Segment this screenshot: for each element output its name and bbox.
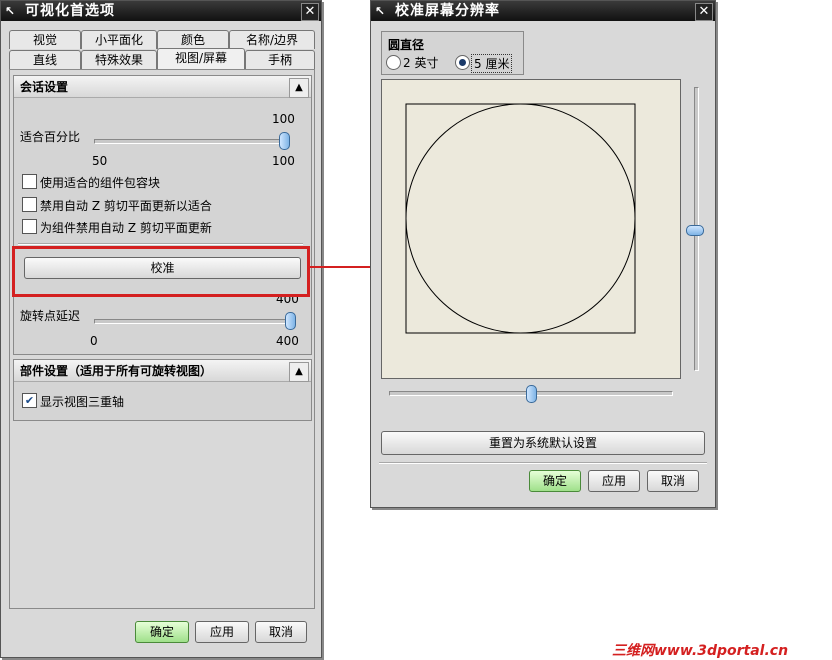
fit-percent-max: 100 xyxy=(272,154,295,168)
fit-percent-slider-track[interactable] xyxy=(94,139,286,144)
rotation-delay-label: 旋转点延迟 xyxy=(20,309,81,323)
calibration-square xyxy=(405,103,636,334)
disable-auto-z-clip-component-checkbox[interactable] xyxy=(22,219,37,234)
session-settings-title: 会话设置 xyxy=(20,80,69,94)
part-settings-title: 部件设置（适用于所有可旋转视图） xyxy=(20,364,213,378)
circle-diameter-label: 圆直径 xyxy=(388,38,425,52)
tab-content-panel: 会话设置 ▲ 100 适合百分比 50 100 使用适合的组件包容块 禁用自动 … xyxy=(9,69,315,609)
wrench-icon: ↖ xyxy=(5,4,16,18)
session-settings-section: 会话设置 ▲ 100 适合百分比 50 100 使用适合的组件包容块 禁用自动 … xyxy=(13,75,312,355)
calibrate-highlight-box xyxy=(12,246,310,297)
chevron-up-icon[interactable]: ▲ xyxy=(289,362,309,382)
part-settings-section: 部件设置（适用于所有可旋转视图） ▲ ✔ 显示视图三重轴 xyxy=(13,359,312,421)
show-view-triad-checkbox[interactable]: ✔ xyxy=(22,393,37,408)
title-bar[interactable]: ↖ 可视化首选项 ✕ xyxy=(1,1,321,21)
show-view-triad-label: 显示视图三重轴 xyxy=(40,395,125,409)
calibration-drawing xyxy=(405,103,636,334)
radio-2-inch[interactable] xyxy=(386,55,401,70)
radio-2-inch-label: 2 英寸 xyxy=(403,56,439,70)
ok-button[interactable]: 确定 xyxy=(529,470,581,492)
highlight-connector-line xyxy=(307,266,373,268)
rotation-delay-max: 400 xyxy=(276,334,299,348)
fit-percent-label: 适合百分比 xyxy=(20,130,81,144)
watermark: 三维网www.3dportal.cn xyxy=(612,643,789,659)
tab-view-screen[interactable]: 视图/屏幕 xyxy=(157,48,245,69)
radio-5-cm-label: 5 厘米 xyxy=(471,54,513,73)
horizontal-scale-slider-thumb[interactable] xyxy=(526,385,537,403)
section-header-session: 会话设置 xyxy=(14,76,311,98)
chevron-up-icon[interactable]: ▲ xyxy=(289,78,309,98)
tab-faceting[interactable]: 小平面化 xyxy=(81,30,157,49)
dialog-title: 校准屏幕分辨率 xyxy=(395,3,500,19)
tab-names-borders[interactable]: 名称/边界 xyxy=(229,30,315,49)
ok-button[interactable]: 确定 xyxy=(135,621,189,643)
calibrate-screen-resolution-dialog: ↖ 校准屏幕分辨率 ✕ 圆直径 2 英寸 5 厘米 重置为系统默认设置 确定 应… xyxy=(370,0,716,508)
use-fit-component-box-label: 使用适合的组件包容块 xyxy=(40,176,161,190)
disable-auto-z-clip-fit-checkbox[interactable] xyxy=(22,197,37,212)
disable-auto-z-clip-fit-label: 禁用自动 Z 剪切平面更新以适合 xyxy=(40,199,212,213)
separator xyxy=(18,243,303,245)
circle-diameter-group: 圆直径 2 英寸 5 厘米 xyxy=(381,31,524,75)
separator xyxy=(379,462,707,464)
close-icon[interactable]: ✕ xyxy=(301,3,319,21)
tab-visual[interactable]: 视觉 xyxy=(9,30,81,49)
tab-color[interactable]: 颜色 xyxy=(157,30,229,49)
tab-lines[interactable]: 直线 xyxy=(9,50,81,69)
tab-special-effects[interactable]: 特殊效果 xyxy=(81,50,157,69)
cancel-button[interactable]: 取消 xyxy=(255,621,307,643)
fit-percent-min: 50 xyxy=(92,154,108,168)
rotation-delay-slider-track[interactable] xyxy=(94,319,292,324)
calibration-circle xyxy=(405,103,636,334)
rotation-delay-min: 0 xyxy=(90,334,98,348)
rotation-delay-slider-thumb[interactable] xyxy=(285,312,296,330)
vertical-scale-slider-thumb[interactable] xyxy=(686,225,704,236)
apply-button[interactable]: 应用 xyxy=(588,470,640,492)
close-icon[interactable]: ✕ xyxy=(695,3,713,21)
cancel-button[interactable]: 取消 xyxy=(647,470,699,492)
use-fit-component-box-checkbox[interactable] xyxy=(22,174,37,189)
tab-handles[interactable]: 手柄 xyxy=(245,50,315,69)
reset-to-default-button[interactable]: 重置为系统默认设置 xyxy=(381,431,705,455)
fit-percent-value: 100 xyxy=(272,112,295,126)
title-bar[interactable]: ↖ 校准屏幕分辨率 ✕ xyxy=(371,1,715,21)
dialog-title: 可视化首选项 xyxy=(25,3,115,19)
section-header-part: 部件设置（适用于所有可旋转视图） xyxy=(14,360,311,382)
disable-auto-z-clip-component-label: 为组件禁用自动 Z 剪切平面更新 xyxy=(40,221,212,235)
fit-percent-slider-thumb[interactable] xyxy=(279,132,290,150)
calibration-canvas xyxy=(381,79,681,379)
visualization-preferences-dialog: ↖ 可视化首选项 ✕ 视觉 小平面化 颜色 名称/边界 直线 特殊效果 视图/屏… xyxy=(0,0,322,658)
wrench-icon: ↖ xyxy=(375,4,386,18)
radio-5-cm[interactable] xyxy=(455,55,470,70)
apply-button[interactable]: 应用 xyxy=(195,621,249,643)
